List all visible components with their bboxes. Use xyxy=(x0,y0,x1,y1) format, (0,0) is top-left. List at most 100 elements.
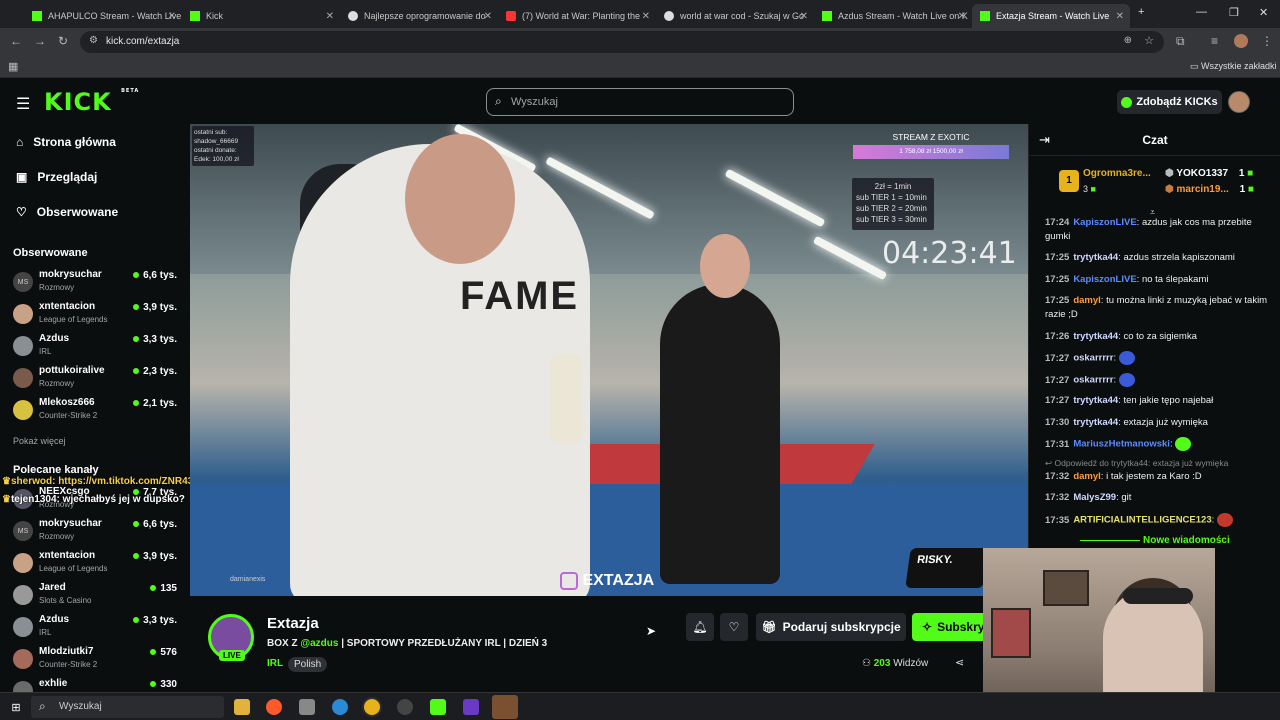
chat-message[interactable]: 17:27 oskarrrrr: xyxy=(1045,373,1273,388)
gift-leader-entry[interactable]: ⬢ marcin19... 1 ■ xyxy=(1165,184,1254,195)
chrome-menu-icon[interactable]: ⋮ xyxy=(1261,34,1273,48)
chat-message[interactable]: 17:35 ARTIFICIALINTELLIGENCE123: xyxy=(1045,513,1273,528)
obs-icon[interactable] xyxy=(397,699,413,715)
restore-icon[interactable]: ❐ xyxy=(1229,6,1239,19)
close-window-icon[interactable]: ✕ xyxy=(1259,6,1268,19)
recommended-channel[interactable]: MS mokrysuchar Rozmowy 6,6 tys. xyxy=(13,518,183,548)
recommended-channel[interactable]: xntentacion League of Legends 3,9 tys. xyxy=(13,550,183,580)
close-tab-icon[interactable]: ✕ xyxy=(958,11,966,22)
chat-message[interactable]: 17:27 trytytka44: ten jakie tępo najebał xyxy=(1045,394,1273,408)
subscribe-button[interactable]: ✧ Subskry xyxy=(912,613,992,641)
profile-avatar[interactable] xyxy=(1234,34,1248,48)
kick-app-icon[interactable] xyxy=(430,699,446,715)
get-kicks-button[interactable]: Zdobądź KICKs xyxy=(1117,90,1222,114)
message-username[interactable]: KapiszonLIVE xyxy=(1073,217,1136,228)
message-username[interactable]: MariuszHetmanowski xyxy=(1073,439,1170,450)
recommended-channel[interactable]: Jared Slots & Casino 135 xyxy=(13,582,183,612)
browser-tab[interactable]: Najlepsze oprogramowanie do ✕ xyxy=(340,4,498,28)
bookmark-star-icon[interactable]: ☆ xyxy=(1144,34,1154,47)
zoom-icon[interactable]: ⊕ xyxy=(1124,35,1132,46)
reload-icon[interactable]: ↻ xyxy=(58,34,68,48)
message-username[interactable]: KapiszonLIVE xyxy=(1073,274,1136,285)
close-tab-icon[interactable]: ✕ xyxy=(642,11,650,22)
chrome-browser-icon[interactable] xyxy=(364,699,380,715)
chat-message[interactable]: 17:27 oskarrrrr: xyxy=(1045,351,1273,366)
forward-icon[interactable]: → xyxy=(34,34,46,48)
close-tab-icon[interactable]: ✕ xyxy=(168,11,176,22)
address-bar[interactable]: ⚙ kick.com/extazja ⊕ ☆ xyxy=(80,31,1164,53)
apps-grid-icon[interactable]: ▦ xyxy=(8,60,18,73)
gift-subs-button[interactable]: 🎁︎ Podaruj subskrypcje xyxy=(756,613,906,641)
message-username[interactable]: oskarrrrr xyxy=(1073,353,1113,364)
app-icon[interactable] xyxy=(463,699,479,715)
chat-message[interactable]: 17:32 damyl: i tak jestem za Karo :D xyxy=(1045,470,1273,484)
follow-button[interactable]: ♡ xyxy=(720,613,748,641)
language-tag[interactable]: Polish xyxy=(288,657,328,672)
search-input[interactable]: ⌕ Wyszukaj xyxy=(486,88,794,116)
site-info-icon[interactable]: ⚙ xyxy=(89,35,98,46)
browser-tab[interactable]: Azdus Stream - Watch Live on K ✕ xyxy=(814,4,972,28)
video-player[interactable]: FAME ostatni sub: shadow_66669 ostatni d… xyxy=(190,124,1028,596)
brave-browser-icon[interactable] xyxy=(266,699,282,715)
edge-browser-icon[interactable] xyxy=(332,699,348,715)
chat-message[interactable]: 17:30 trytytka44: extazja już wymięka xyxy=(1045,416,1273,430)
app-icon[interactable] xyxy=(299,699,315,715)
message-username[interactable]: MalysZ99 xyxy=(1073,492,1116,503)
browser-tab-active[interactable]: Extazja Stream - Watch Live ✕ xyxy=(972,4,1130,28)
close-tab-icon[interactable]: ✕ xyxy=(484,11,492,22)
gift-leader-name[interactable]: Ogromna3re... xyxy=(1083,168,1151,179)
followed-channel[interactable]: pottukoiralive Rozmowy 2,3 tys. xyxy=(13,365,183,395)
sidebar-item-browse[interactable]: ▣ Przeglądaj xyxy=(16,170,97,184)
followed-channel[interactable]: Mlekosz666 Counter-Strike 2 2,1 tys. xyxy=(13,397,183,427)
message-username[interactable]: damyl xyxy=(1073,471,1100,482)
user-avatar[interactable] xyxy=(1228,91,1250,113)
recommended-channel[interactable]: Azdus IRL 3,3 tys. xyxy=(13,614,183,644)
notifications-button[interactable]: 🔔︎ xyxy=(686,613,714,641)
browser-tab[interactable]: world at war cod - Szukaj w Go ✕ xyxy=(656,4,814,28)
message-username[interactable]: trytytka44 xyxy=(1073,252,1118,263)
media-controls-icon[interactable]: ≡ xyxy=(1211,34,1218,48)
windows-start-icon[interactable]: ⊞ xyxy=(8,699,24,715)
recommended-channel[interactable]: Mlodziutki7 Counter-Strike 2 576 xyxy=(13,646,183,676)
sidebar-item-following[interactable]: ♡ Obserwowane xyxy=(16,205,118,219)
extensions-icon[interactable]: ⧉ xyxy=(1176,34,1185,49)
minimize-icon[interactable]: — xyxy=(1196,6,1207,18)
share-icon[interactable]: ⋖ xyxy=(955,656,964,669)
message-username[interactable]: ARTIFICIALINTELLIGENCE123 xyxy=(1073,515,1211,526)
followed-channel[interactable]: xntentacion League of Legends 3,9 tys. xyxy=(13,301,183,331)
followed-channel[interactable]: MS mokrysuchar Rozmowy 6,6 tys. xyxy=(13,269,183,299)
back-icon[interactable]: ← xyxy=(10,34,22,48)
chat-message[interactable]: 17:24 KapiszonLIVE: azdus jak cos ma prze… xyxy=(1045,216,1273,244)
all-bookmarks-button[interactable]: ▭ Wszystkie zakładki xyxy=(1190,61,1277,72)
followed-channel[interactable]: Azdus IRL 3,3 tys. xyxy=(13,333,183,363)
message-username[interactable]: damyl xyxy=(1073,295,1100,306)
message-username[interactable]: trytytka44 xyxy=(1073,331,1118,342)
browser-tab[interactable]: Kick ✕ xyxy=(182,4,340,28)
message-username[interactable]: trytytka44 xyxy=(1073,417,1118,428)
new-tab-icon[interactable]: + xyxy=(1138,6,1144,18)
new-messages-button[interactable]: Nowe wiadomości xyxy=(1041,535,1269,546)
taskbar-search-input[interactable]: ⌕ Wyszukaj xyxy=(31,696,224,718)
browser-tab[interactable]: (7) World at War: Planting the ✕ xyxy=(498,4,656,28)
kick-logo[interactable]: KICK BETA xyxy=(44,88,139,116)
recommended-channel[interactable]: exhlie 330 xyxy=(13,678,183,701)
gift-leader-entry[interactable]: ⬢ YOKO1337 1 ■ xyxy=(1165,168,1253,179)
chat-message[interactable]: 17:25 KapiszonLIVE: no ta ślepakami xyxy=(1045,273,1273,287)
chat-message[interactable]: 17:31 MariuszHetmanowski: xyxy=(1045,437,1273,452)
close-tab-icon[interactable]: ✕ xyxy=(326,11,334,22)
close-tab-icon[interactable]: ✕ xyxy=(800,11,808,22)
message-username[interactable]: oskarrrrr xyxy=(1073,375,1113,386)
stream-category-link[interactable]: IRL xyxy=(267,658,283,669)
hamburger-menu-icon[interactable]: ☰ xyxy=(16,94,30,114)
show-more-link[interactable]: Pokaż więcej xyxy=(13,436,66,446)
file-explorer-icon[interactable] xyxy=(234,699,250,715)
close-tab-icon[interactable]: ✕ xyxy=(1116,11,1124,22)
browser-tab[interactable]: AHAPULCO Stream - Watch Live ✕ xyxy=(24,4,182,28)
chat-message[interactable]: 17:25 trytytka44: azdus strzela kapiszona… xyxy=(1045,251,1273,265)
sidebar-item-home[interactable]: ⌂ Strona główna xyxy=(16,135,116,149)
message-username[interactable]: trytytka44 xyxy=(1073,395,1118,406)
chat-message[interactable]: 17:25 damyl: tu można linki z muzyką jeba… xyxy=(1045,294,1273,322)
streamer-name[interactable]: Extazja xyxy=(267,615,319,632)
title-mention-link[interactable]: @azdus xyxy=(300,638,338,649)
chat-message[interactable]: 17:32 MalysZ99: git xyxy=(1045,491,1273,505)
